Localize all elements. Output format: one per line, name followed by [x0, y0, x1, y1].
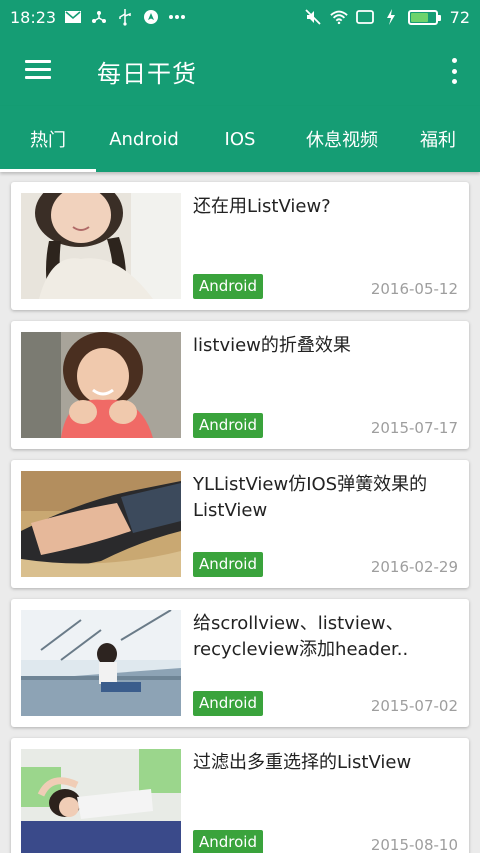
usb-icon	[116, 8, 134, 26]
tab-label: IOS	[224, 128, 256, 150]
tab-label: Android	[109, 128, 179, 150]
tab-bar: 热门 Android IOS 休息视频 福利	[0, 106, 480, 172]
share-icon	[90, 8, 108, 26]
tab-android[interactable]: Android	[96, 106, 192, 172]
article-title: 还在用ListView?	[193, 196, 331, 217]
battery-icon	[407, 9, 441, 25]
article-title: 给scrollview、listview、recycleview添加header…	[193, 613, 409, 660]
wifi-icon	[329, 8, 348, 26]
tab-rest-video[interactable]: 休息视频	[288, 106, 396, 172]
category-badge: Android	[193, 830, 263, 853]
category-badge: Android	[193, 274, 263, 299]
article-thumbnail	[21, 749, 181, 853]
article-date: 2015-07-17	[370, 419, 458, 437]
article-title: 过滤出多重选择的ListView	[193, 752, 412, 773]
mail-icon	[64, 8, 82, 26]
tab-label: 福利	[420, 130, 456, 151]
article-thumbnail	[21, 610, 181, 716]
article-date: 2016-02-29	[370, 558, 458, 576]
article-date: 2015-07-02	[370, 697, 458, 715]
article-card[interactable]: YLListView仿IOS弹簧效果的ListView Android 2016…	[11, 460, 469, 588]
article-card[interactable]: listview的折叠效果 Android 2015-07-17	[11, 321, 469, 449]
article-title: listview的折叠效果	[193, 335, 351, 356]
status-bar: 18:23 72	[0, 0, 480, 34]
article-thumbnail	[21, 332, 181, 438]
app-title: 每日干货	[97, 60, 197, 88]
location-icon	[142, 8, 160, 26]
category-badge: Android	[193, 691, 263, 716]
status-time: 18:23	[10, 7, 57, 27]
article-card[interactable]: 还在用ListView? Android 2016-05-12	[11, 182, 469, 310]
tab-ios[interactable]: IOS	[192, 106, 288, 172]
article-title: YLListView仿IOS弹簧效果的ListView	[193, 474, 428, 521]
article-thumbnail	[21, 471, 181, 577]
article-list[interactable]: 还在用ListView? Android 2016-05-12 listview…	[0, 172, 480, 853]
mute-icon	[304, 8, 322, 26]
tab-label: 热门	[30, 130, 66, 151]
tab-hot[interactable]: 热门	[0, 106, 96, 172]
tab-welfare[interactable]: 福利	[396, 106, 480, 172]
cast-icon	[355, 8, 374, 26]
article-date: 2016-05-12	[370, 280, 458, 298]
tab-label: 休息视频	[306, 130, 378, 151]
charging-icon	[382, 8, 400, 26]
category-badge: Android	[193, 413, 263, 438]
app-bar: 每日干货	[0, 34, 480, 106]
menu-icon[interactable]	[25, 60, 51, 80]
more-vert-icon[interactable]	[450, 58, 458, 84]
article-card[interactable]: 过滤出多重选择的ListView Android 2015-08-10	[11, 738, 469, 853]
category-badge: Android	[193, 552, 263, 577]
battery-fill	[410, 12, 428, 22]
more-dots-icon	[168, 8, 186, 26]
article-card[interactable]: 给scrollview、listview、recycleview添加header…	[11, 599, 469, 727]
article-date: 2015-08-10	[370, 836, 458, 853]
battery-percent: 72	[449, 7, 470, 27]
article-thumbnail	[21, 193, 181, 299]
